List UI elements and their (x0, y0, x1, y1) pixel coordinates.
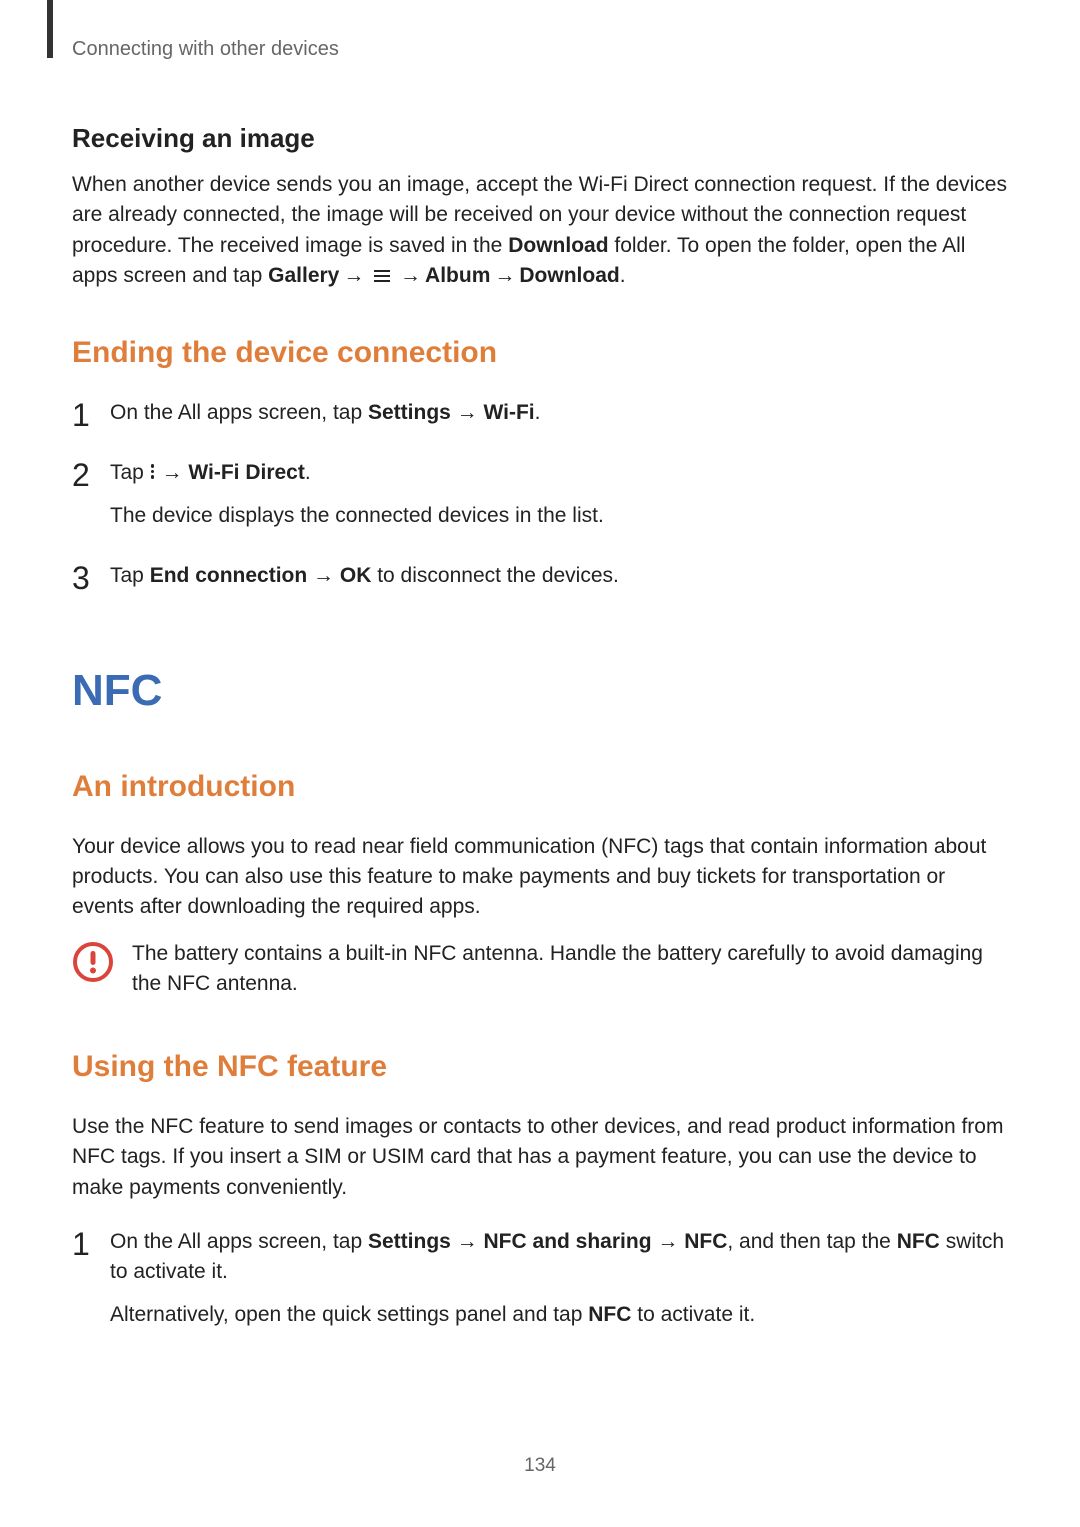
using-nfc-body: Use the NFC feature to send images or co… (72, 1112, 1008, 1203)
step-1: 1 On the All apps screen, tap Settings →… (72, 398, 1008, 428)
wifi-direct-label: Wi-Fi Direct (188, 461, 304, 484)
text: , and then tap the (727, 1230, 896, 1253)
arrow-icon: → (156, 461, 189, 484)
settings-label: Settings (368, 401, 451, 424)
text: to activate it. (631, 1303, 755, 1326)
step-3: 3 Tap End connection → OK to disconnect … (72, 561, 1008, 591)
caution-icon (72, 941, 114, 983)
more-options-icon (151, 462, 155, 481)
gallery-label: Gallery (268, 264, 339, 287)
header-divider (47, 0, 53, 58)
step-number: 2 (72, 452, 90, 498)
text: . (305, 461, 311, 484)
nfc-label: NFC (897, 1230, 940, 1253)
text: . (535, 401, 541, 424)
arrow-icon: → (652, 1230, 685, 1253)
wifi-label: Wi-Fi (484, 401, 535, 424)
download-folder-label: Download (508, 234, 608, 257)
caution-text: The battery contains a built-in NFC ante… (132, 939, 1008, 1000)
text: Tap (110, 564, 150, 587)
step-number: 1 (72, 392, 90, 438)
using-nfc-title: Using the NFC feature (72, 1050, 1008, 1084)
caution-block: The battery contains a built-in NFC ante… (72, 939, 1008, 1000)
text: Alternatively, open the quick settings p… (110, 1303, 588, 1326)
arrow-icon: → (451, 1230, 484, 1253)
nfc-intro-body: Your device allows you to read near fiel… (72, 832, 1008, 923)
step-number: 1 (72, 1221, 90, 1267)
step-number: 3 (72, 555, 90, 601)
text: to disconnect the devices. (371, 564, 618, 587)
page-container: Connecting with other devices Receiving … (0, 0, 1080, 1330)
arrow-icon: → (400, 261, 421, 291)
settings-label: Settings (368, 1230, 451, 1253)
end-connection-label: End connection (150, 564, 308, 587)
text: On the All apps screen, tap (110, 1230, 368, 1253)
download-label: Download (519, 264, 619, 287)
chapter-header: Connecting with other devices (72, 38, 1008, 61)
text: . (620, 264, 626, 287)
arrow-icon: → (307, 564, 340, 587)
nfc-step-1: 1 On the All apps screen, tap Settings →… (72, 1227, 1008, 1330)
nfc-title: NFC (72, 666, 1008, 716)
page-number: 134 (0, 1455, 1080, 1477)
nfc-label: NFC (684, 1230, 727, 1253)
ending-connection-title: Ending the device connection (72, 336, 1008, 370)
arrow-icon: → (343, 261, 364, 291)
ok-label: OK (340, 564, 372, 587)
nfc-intro-title: An introduction (72, 770, 1008, 804)
arrow-icon: → (451, 401, 484, 424)
menu-icon (374, 267, 390, 285)
text: On the All apps screen, tap (110, 401, 368, 424)
step-subtext: The device displays the connected device… (110, 501, 1008, 531)
receiving-image-title: Receiving an image (72, 123, 1008, 154)
album-label: Album (425, 264, 490, 287)
step-subtext: Alternatively, open the quick settings p… (110, 1300, 1008, 1330)
step-2: 2 Tap → Wi-Fi Direct. The device display… (72, 458, 1008, 531)
receiving-image-body: When another device sends you an image, … (72, 170, 1008, 292)
nfc-label: NFC (588, 1303, 631, 1326)
arrow-icon: → (494, 261, 515, 291)
text: Tap (110, 461, 150, 484)
nfc-sharing-label: NFC and sharing (484, 1230, 652, 1253)
